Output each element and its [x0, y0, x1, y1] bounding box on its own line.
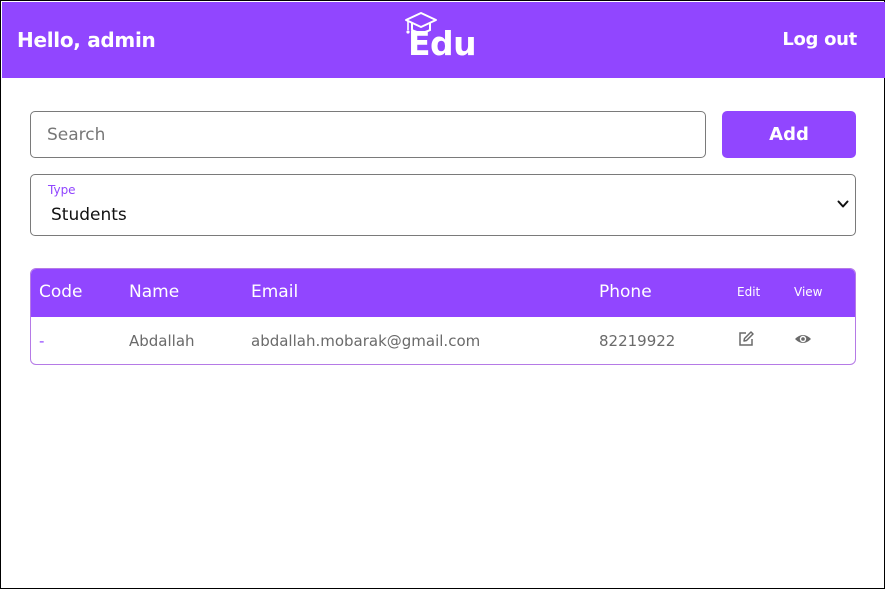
app-window: Hello, admin Edu Log out Add Type Studen… — [0, 0, 885, 589]
top-navigation-bar: Hello, admin Edu Log out — [2, 2, 885, 78]
logo-text: Edu — [408, 24, 477, 63]
cell-email: abdallah.mobarak@gmail.com — [251, 332, 481, 350]
add-button[interactable]: Add — [722, 111, 856, 158]
edit-icon[interactable] — [737, 330, 755, 348]
column-header-view: View — [794, 285, 823, 299]
greeting-text: Hello, admin — [17, 28, 156, 52]
logout-button[interactable]: Log out — [782, 29, 857, 50]
cell-phone: 82219922 — [599, 332, 676, 350]
type-select-label: Type — [48, 183, 76, 197]
eye-icon[interactable] — [794, 330, 812, 348]
table-header: Code Name Email Phone Edit View — [31, 269, 855, 317]
column-header-edit: Edit — [737, 285, 761, 299]
students-table: Code Name Email Phone Edit View - Abdall… — [30, 268, 856, 365]
column-header-email[interactable]: Email — [251, 282, 298, 302]
column-header-phone[interactable]: Phone — [599, 282, 652, 302]
table-row[interactable]: - Abdallah abdallah.mobarak@gmail.com 82… — [31, 317, 855, 364]
cell-name: Abdallah — [129, 332, 195, 350]
chevron-down-icon — [837, 200, 849, 208]
column-header-name[interactable]: Name — [129, 282, 179, 302]
cell-code: - — [39, 332, 45, 350]
edu-logo[interactable]: Edu — [401, 10, 491, 70]
type-select-value: Students — [51, 205, 127, 225]
column-header-code[interactable]: Code — [39, 282, 83, 302]
search-input[interactable] — [30, 111, 706, 158]
type-select[interactable]: Type Students — [30, 174, 856, 236]
